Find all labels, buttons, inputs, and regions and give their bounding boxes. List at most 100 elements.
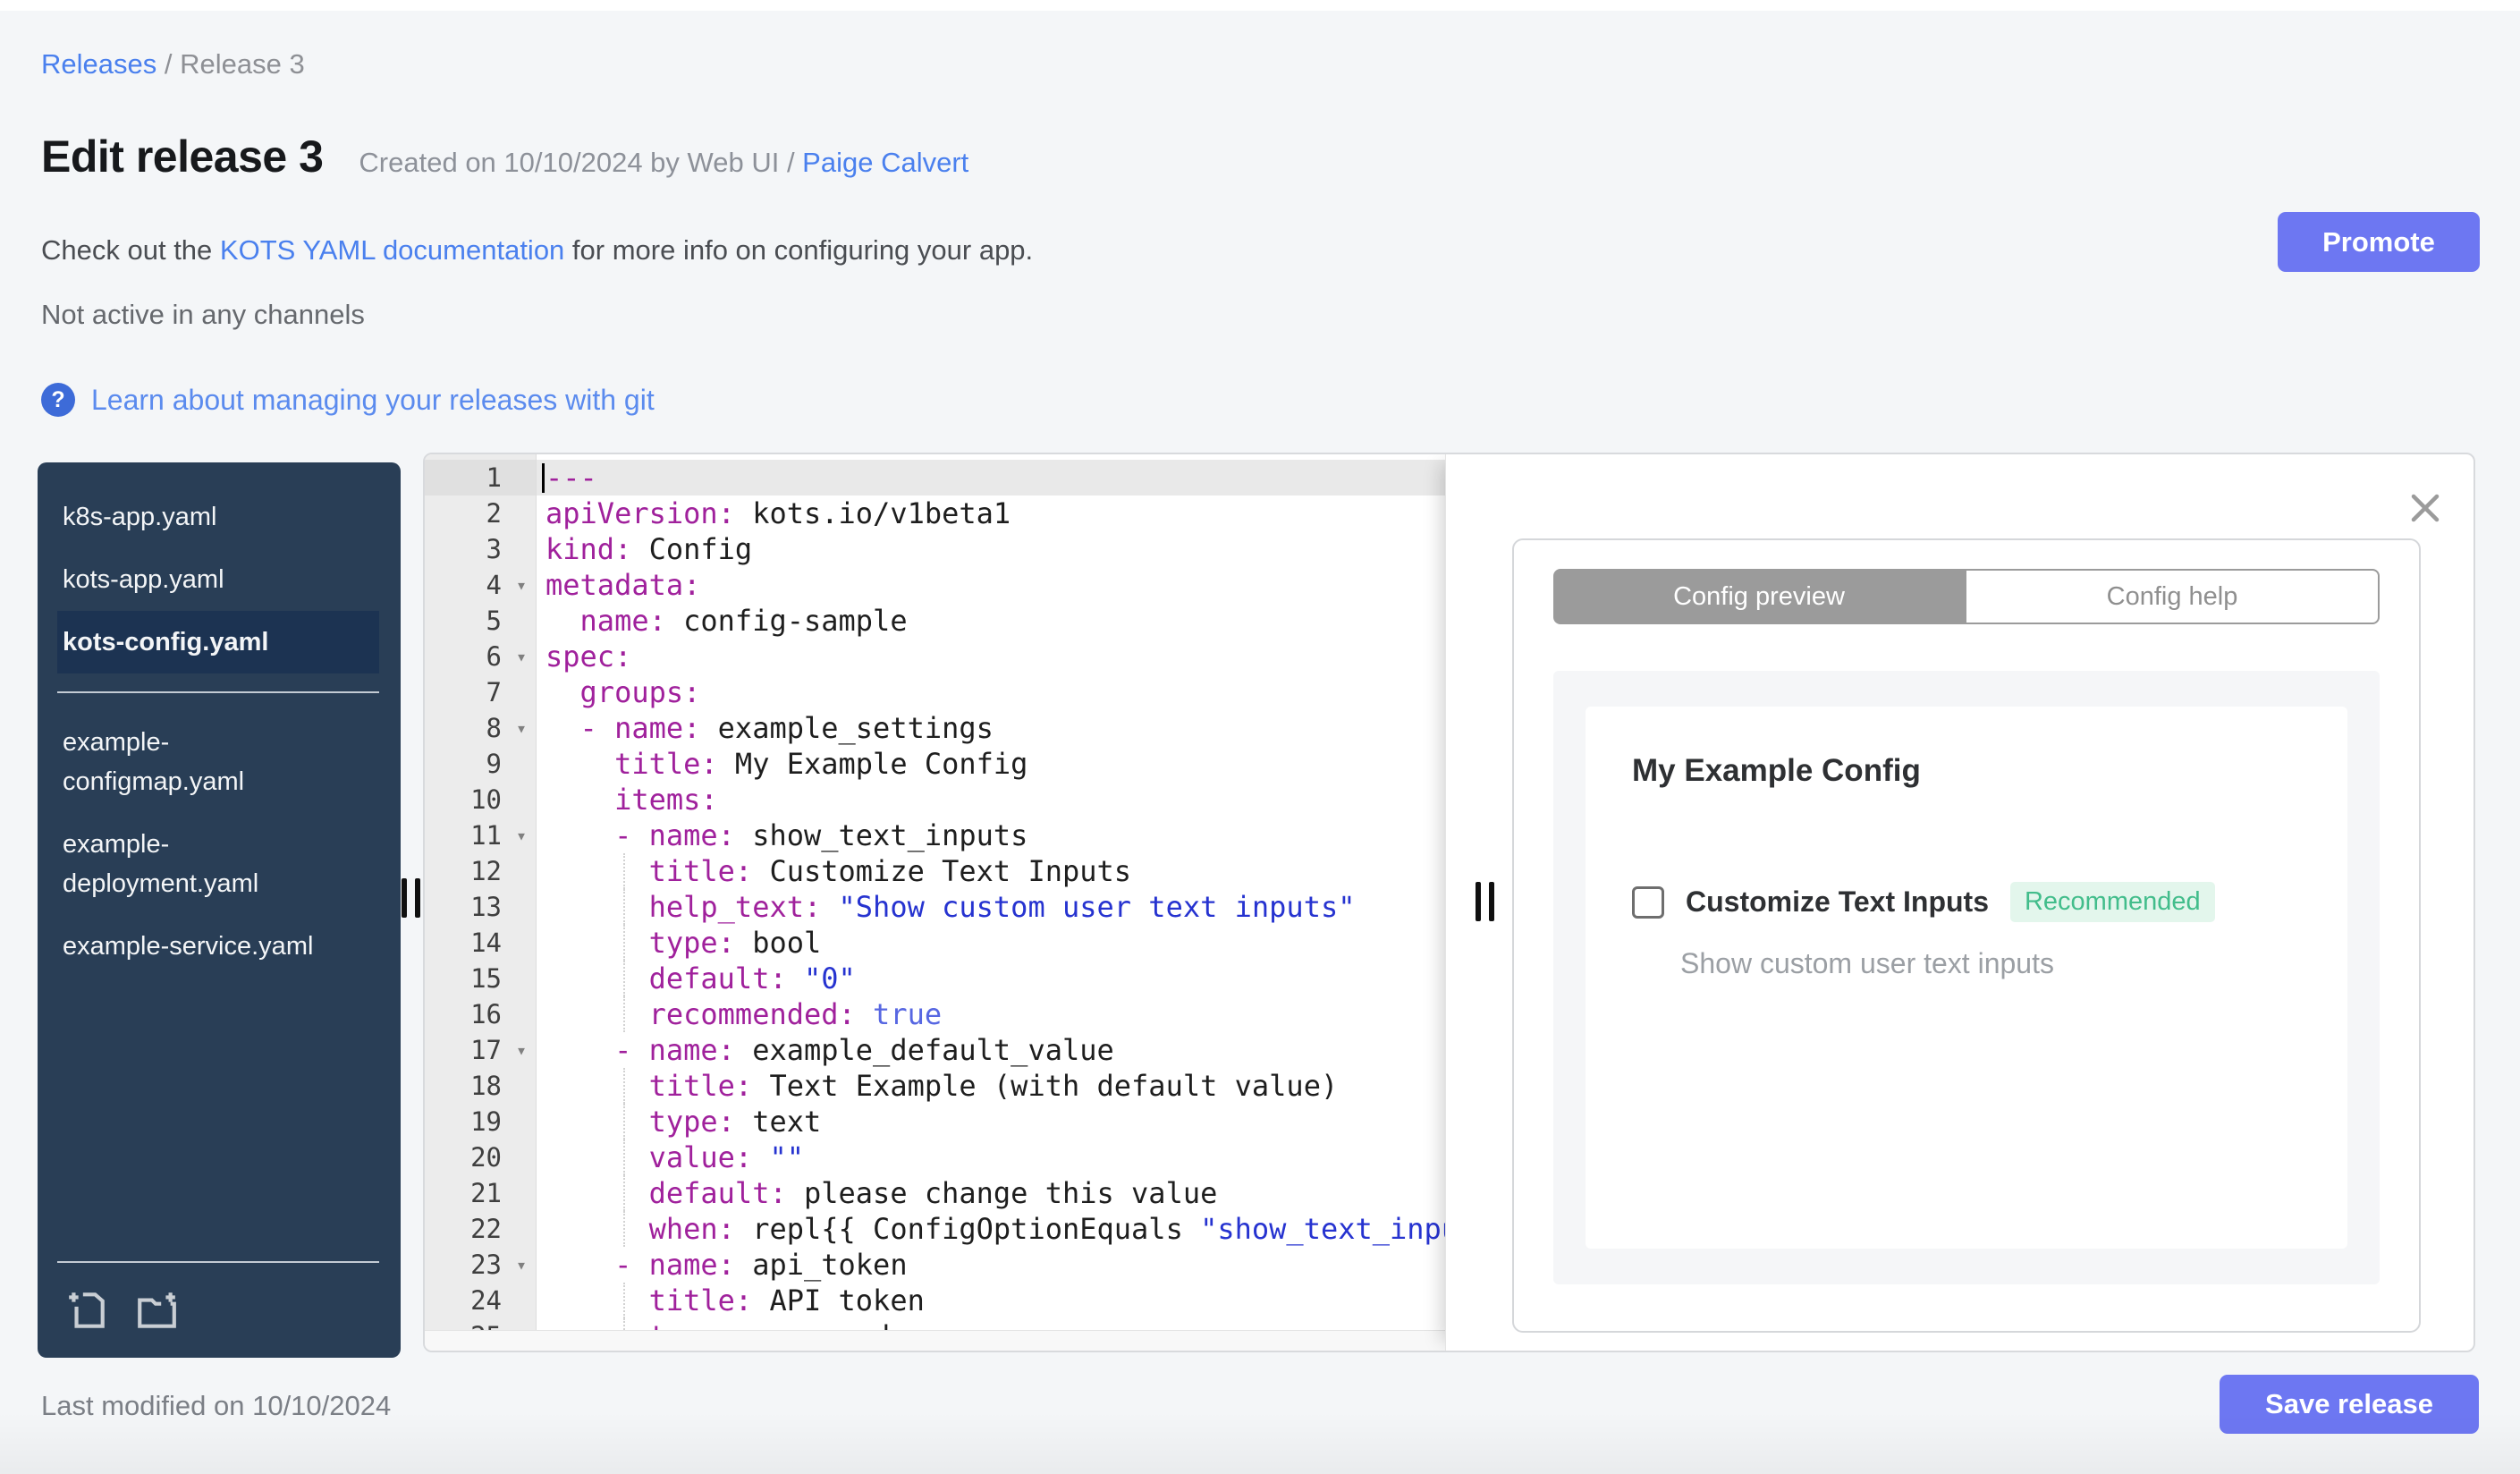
code-line: title: My Example Config	[614, 747, 1028, 781]
recommended-badge: Recommended	[2009, 882, 2215, 922]
sidebar-item-example-deployment-yaml[interactable]: example-deployment.yaml	[57, 813, 379, 915]
code-line: default: please change this value	[545, 1175, 1445, 1211]
line-number: 22	[470, 1214, 502, 1244]
tab-config-preview[interactable]: Config preview	[1553, 569, 1965, 624]
gutter-line: 14	[425, 925, 536, 961]
indent-guide	[623, 1283, 626, 1318]
gutter-line: 22	[425, 1211, 536, 1247]
indent-guide	[623, 1068, 626, 1104]
indent-guide	[623, 889, 626, 925]
code-line: recommended: true	[545, 996, 1445, 1032]
text-cursor	[542, 463, 545, 493]
fold-arrow-icon[interactable]: ▾	[507, 1032, 536, 1068]
code-line: apiVersion: kots.io/v1beta1	[545, 496, 1011, 530]
config-item-help-text: Show custom user text inputs	[1680, 947, 2054, 979]
yaml-editor[interactable]: 1 2 3 4 ▾ 5 6 ▾ 7 8 ▾ 9 10 11 ▾ 12 13 14 15 16 17 ▾ 18 19 20 21 22…	[425, 454, 1445, 1351]
sidebar-item-example-configmap-yaml[interactable]: example-configmap.yaml	[57, 711, 379, 813]
gutter-line: 2	[425, 496, 536, 531]
line-number: 10	[470, 784, 502, 815]
code-line: metadata:	[545, 568, 701, 602]
gutter-line: 17 ▾	[425, 1032, 536, 1068]
created-text: Created on 10/10/2024 by Web UI /	[359, 147, 803, 178]
breadcrumb: Releases / Release 3	[41, 48, 305, 80]
code-line: ---	[537, 460, 1445, 496]
sidebar-footer	[57, 1261, 379, 1358]
indent-guide	[623, 1175, 626, 1211]
sidebar-resize-handle[interactable]	[402, 878, 420, 918]
file-list: k8s-app.yaml kots-app.yaml kots-config.yam…	[38, 486, 401, 978]
code-line: when: repl{{ ConfigOptionEquals "show_te…	[545, 1211, 1445, 1247]
fold-arrow-icon[interactable]: ▾	[507, 817, 536, 853]
gutter-line: 7	[425, 674, 536, 710]
line-number: 6	[486, 641, 502, 672]
created-meta: Created on 10/10/2024 by Web UI / Paige …	[359, 147, 968, 179]
config-item-label: Customize Text Inputs	[1686, 885, 1989, 918]
line-number: 7	[486, 677, 502, 707]
gutter-line: 1	[425, 460, 536, 496]
config-sheet: My Example Config Customize Text Inputs …	[1586, 707, 2347, 1249]
line-number: 18	[470, 1071, 502, 1101]
gutter-line: 18	[425, 1068, 536, 1104]
sidebar-item-kots-config-yaml[interactable]: kots-config.yaml	[57, 611, 379, 673]
config-card: Config preview Config help My Example Co…	[1512, 538, 2421, 1333]
code-line: - name: example_settings	[579, 711, 994, 745]
tab-config-help[interactable]: Config help	[1965, 569, 2380, 624]
gutter-line: 16	[425, 996, 536, 1032]
line-number: 8	[486, 713, 502, 743]
line-number: 14	[470, 928, 502, 958]
page-title: Edit release 3	[41, 131, 324, 182]
sidebar-item-kots-app-yaml[interactable]: kots-app.yaml	[57, 548, 379, 611]
channel-status: Not active in any channels	[41, 299, 365, 330]
fold-arrow-icon[interactable]: ▾	[507, 710, 536, 746]
code-line: name: config-sample	[579, 604, 908, 638]
line-number: 9	[486, 749, 502, 779]
line-number: 2	[486, 498, 502, 529]
gutter-line: 9	[425, 746, 536, 782]
editor-gutter: 1 2 3 4 ▾ 5 6 ▾ 7 8 ▾ 9 10 11 ▾ 12 13 14 15 16 17 ▾ 18 19 20 21 22…	[425, 454, 537, 1351]
question-icon[interactable]: ?	[41, 383, 75, 417]
close-icon[interactable]	[2407, 490, 2443, 526]
fold-arrow-icon[interactable]: ▾	[507, 567, 536, 603]
gutter-line: 4 ▾	[425, 567, 536, 603]
author-link[interactable]: Paige Calvert	[802, 147, 968, 178]
line-number: 24	[470, 1285, 502, 1316]
git-help-link[interactable]: Learn about managing your releases with …	[91, 384, 655, 417]
breadcrumb-releases-link[interactable]: Releases	[41, 48, 156, 80]
line-number: 3	[486, 534, 502, 564]
save-release-button[interactable]: Save release	[2220, 1375, 2479, 1434]
kots-yaml-docs-link[interactable]: KOTS YAML documentation	[220, 234, 564, 266]
editor-horizontal-scrollbar[interactable]	[425, 1330, 1445, 1351]
config-item-row: Customize Text Inputs Recommended	[1632, 882, 2301, 922]
line-number: 20	[470, 1142, 502, 1173]
breadcrumb-separator: /	[156, 48, 181, 80]
gutter-line: 12	[425, 853, 536, 889]
code-line: title: Customize Text Inputs	[545, 853, 1445, 889]
gutter-line: 10	[425, 782, 536, 817]
line-number: 19	[470, 1106, 502, 1137]
promote-button[interactable]: Promote	[2278, 212, 2480, 272]
code-line: - name: api_token	[614, 1248, 908, 1282]
gutter-line: 19	[425, 1104, 536, 1139]
gutter-line: 8 ▾	[425, 710, 536, 746]
last-modified-text: Last modified on 10/10/2024	[41, 1390, 392, 1421]
add-file-icon[interactable]	[64, 1288, 109, 1333]
preview-resize-handle[interactable]	[1476, 882, 1494, 921]
line-number: 1	[486, 462, 502, 493]
code-line: - name: example_default_value	[614, 1033, 1114, 1067]
add-folder-icon[interactable]	[134, 1288, 179, 1333]
code-line: value: ""	[545, 1139, 1445, 1175]
sidebar-item-k8s-app-yaml[interactable]: k8s-app.yaml	[57, 486, 379, 548]
gutter-line: 11 ▾	[425, 817, 536, 853]
gutter-line: 13	[425, 889, 536, 925]
code-line: kind: Config	[545, 532, 753, 566]
gutter-line: 15	[425, 961, 536, 996]
gutter-line: 3	[425, 531, 536, 567]
line-number: 13	[470, 892, 502, 922]
fold-arrow-icon[interactable]: ▾	[507, 1247, 536, 1283]
fold-arrow-icon[interactable]: ▾	[507, 639, 536, 674]
code-line: type: bool	[545, 925, 1445, 961]
customize-text-inputs-checkbox[interactable]	[1632, 885, 1664, 919]
docs-note: Check out the KOTS YAML documentation fo…	[41, 234, 1033, 267]
sidebar-item-example-service-yaml[interactable]: example-service.yaml	[57, 915, 379, 978]
file-list-divider	[57, 691, 379, 693]
